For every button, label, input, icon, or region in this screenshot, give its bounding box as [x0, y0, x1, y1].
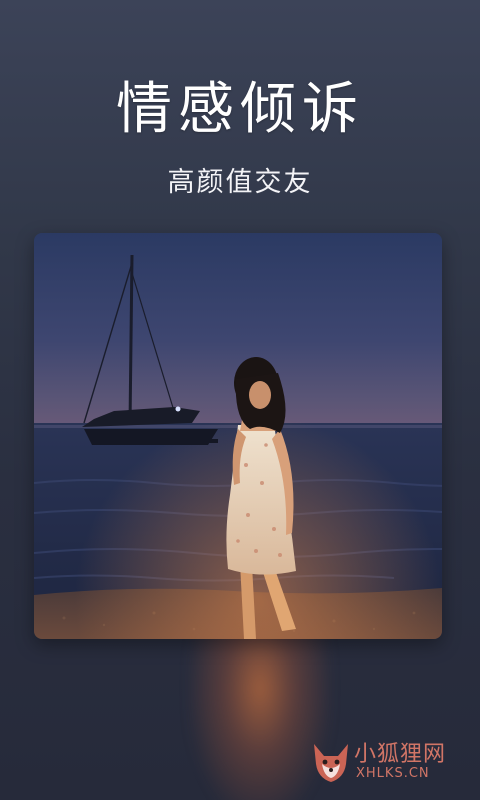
watermark-title: 小狐狸网	[354, 742, 447, 767]
page-title: 情感倾诉	[116, 77, 364, 142]
feature-photo	[34, 233, 442, 639]
beach-photo-illustration	[34, 233, 442, 639]
page-subtitle: 高颜值交友	[167, 167, 313, 198]
splash-screen: 情感倾诉 高颜值交友 小狐狸网 XHLKS.CN	[0, 0, 480, 800]
watermark-domain: XHLKS.CN	[356, 766, 430, 781]
fox-logo-icon	[314, 744, 348, 782]
site-watermark: 小狐狸网 XHLKS.CN	[310, 732, 470, 792]
